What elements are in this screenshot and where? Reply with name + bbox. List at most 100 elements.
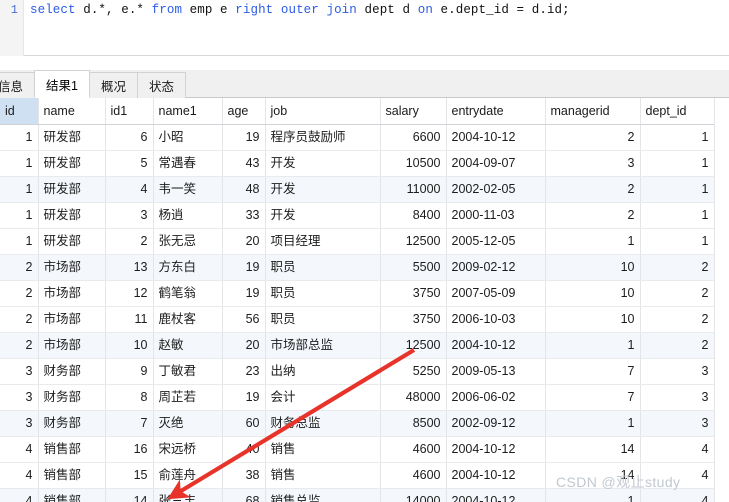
tab-info[interactable]: 信息 bbox=[0, 72, 36, 98]
vertical-scrollbar[interactable] bbox=[716, 100, 727, 146]
cell-name[interactable]: 市场部 bbox=[38, 332, 106, 359]
cell-age[interactable]: 23 bbox=[222, 358, 266, 385]
cell-entrydate[interactable]: 2009-05-13 bbox=[446, 358, 546, 385]
cell-age[interactable]: 60 bbox=[222, 410, 266, 437]
cell-managerid[interactable]: 7 bbox=[545, 384, 641, 411]
table-row[interactable]: 2 市场部 12 鹤笔翁 19 职员 3750 2007-05-09 10 2 bbox=[0, 280, 715, 307]
cell-name1[interactable]: 小昭 bbox=[153, 124, 223, 151]
cell-name1[interactable]: 鹤笔翁 bbox=[153, 280, 223, 307]
cell-dept_id[interactable]: 1 bbox=[640, 150, 715, 177]
cell-name[interactable]: 市场部 bbox=[38, 306, 106, 333]
cell-id1[interactable]: 14 bbox=[105, 488, 154, 502]
cell-dept_id[interactable]: 3 bbox=[640, 358, 715, 385]
cell-job[interactable]: 项目经理 bbox=[265, 228, 381, 255]
cell-dept_id[interactable]: 2 bbox=[640, 306, 715, 333]
column-header-salary[interactable]: salary bbox=[380, 98, 447, 125]
cell-id[interactable]: 2 bbox=[0, 280, 39, 307]
cell-job[interactable]: 销售 bbox=[265, 462, 381, 489]
cell-id[interactable]: 4 bbox=[0, 462, 39, 489]
cell-id[interactable]: 3 bbox=[0, 384, 39, 411]
cell-age[interactable]: 56 bbox=[222, 306, 266, 333]
cell-dept_id[interactable]: 4 bbox=[640, 488, 715, 502]
cell-managerid[interactable]: 10 bbox=[545, 306, 641, 333]
cell-name[interactable]: 研发部 bbox=[38, 124, 106, 151]
cell-managerid[interactable]: 14 bbox=[545, 436, 641, 463]
cell-job[interactable]: 市场部总监 bbox=[265, 332, 381, 359]
cell-id1[interactable]: 9 bbox=[105, 358, 154, 385]
cell-id1[interactable]: 16 bbox=[105, 436, 154, 463]
cell-managerid[interactable]: 7 bbox=[545, 358, 641, 385]
cell-entrydate[interactable]: 2004-10-12 bbox=[446, 436, 546, 463]
cell-dept_id[interactable]: 3 bbox=[640, 410, 715, 437]
cell-age[interactable]: 48 bbox=[222, 176, 266, 203]
table-row[interactable]: 2 市场部 13 方东白 19 职员 5500 2009-02-12 10 2 bbox=[0, 254, 715, 281]
cell-id1[interactable]: 3 bbox=[105, 202, 154, 229]
cell-job[interactable]: 开发 bbox=[265, 176, 381, 203]
tab-result1[interactable]: 结果1 bbox=[34, 70, 90, 98]
sql-editor-pane[interactable]: 1 select d.*, e.* from emp e right outer… bbox=[0, 0, 729, 56]
cell-dept_id[interactable]: 4 bbox=[640, 462, 715, 489]
table-row[interactable]: 4 销售部 14 张三丰 68 销售总监 14000 2004-10-12 1 4 bbox=[0, 488, 715, 502]
cell-id[interactable]: 2 bbox=[0, 254, 39, 281]
cell-name[interactable]: 研发部 bbox=[38, 176, 106, 203]
cell-dept_id[interactable]: 3 bbox=[640, 384, 715, 411]
cell-id1[interactable]: 4 bbox=[105, 176, 154, 203]
cell-id[interactable]: 3 bbox=[0, 410, 39, 437]
cell-entrydate[interactable]: 2007-05-09 bbox=[446, 280, 546, 307]
cell-id[interactable]: 1 bbox=[0, 176, 39, 203]
cell-entrydate[interactable]: 2000-11-03 bbox=[446, 202, 546, 229]
cell-id1[interactable]: 15 bbox=[105, 462, 154, 489]
cell-name1[interactable]: 丁敏君 bbox=[153, 358, 223, 385]
cell-name[interactable]: 销售部 bbox=[38, 462, 106, 489]
cell-name1[interactable]: 鹿杖客 bbox=[153, 306, 223, 333]
cell-salary[interactable]: 8500 bbox=[380, 410, 447, 437]
table-row[interactable]: 1 研发部 4 韦一笑 48 开发 11000 2002-02-05 2 1 bbox=[0, 176, 715, 203]
cell-age[interactable]: 19 bbox=[222, 280, 266, 307]
cell-id[interactable]: 1 bbox=[0, 150, 39, 177]
cell-job[interactable]: 财务总监 bbox=[265, 410, 381, 437]
table-row[interactable]: 2 市场部 10 赵敏 20 市场部总监 12500 2004-10-12 1 2 bbox=[0, 332, 715, 359]
cell-salary[interactable]: 3750 bbox=[380, 280, 447, 307]
cell-job[interactable]: 职员 bbox=[265, 280, 381, 307]
cell-name[interactable]: 财务部 bbox=[38, 384, 106, 411]
column-header-managerid[interactable]: managerid bbox=[545, 98, 641, 125]
table-row[interactable]: 1 研发部 3 杨逍 33 开发 8400 2000-11-03 2 1 bbox=[0, 202, 715, 229]
cell-id[interactable]: 3 bbox=[0, 358, 39, 385]
cell-salary[interactable]: 4600 bbox=[380, 436, 447, 463]
cell-entrydate[interactable]: 2004-09-07 bbox=[446, 150, 546, 177]
column-header-name1[interactable]: name1 bbox=[153, 98, 223, 125]
cell-id1[interactable]: 12 bbox=[105, 280, 154, 307]
cell-managerid[interactable]: 2 bbox=[545, 124, 641, 151]
cell-salary[interactable]: 48000 bbox=[380, 384, 447, 411]
cell-name1[interactable]: 周芷若 bbox=[153, 384, 223, 411]
sql-statement[interactable]: select d.*, e.* from emp e right outer j… bbox=[30, 3, 570, 17]
cell-id[interactable]: 4 bbox=[0, 436, 39, 463]
cell-name[interactable]: 财务部 bbox=[38, 410, 106, 437]
cell-id1[interactable]: 6 bbox=[105, 124, 154, 151]
cell-name[interactable]: 销售部 bbox=[38, 488, 106, 502]
cell-name1[interactable]: 张三丰 bbox=[153, 488, 223, 502]
tab-status[interactable]: 状态 bbox=[136, 72, 186, 98]
cell-entrydate[interactable]: 2004-10-12 bbox=[446, 124, 546, 151]
cell-dept_id[interactable]: 2 bbox=[640, 254, 715, 281]
cell-job[interactable]: 会计 bbox=[265, 384, 381, 411]
cell-id1[interactable]: 5 bbox=[105, 150, 154, 177]
column-header-age[interactable]: age bbox=[222, 98, 266, 125]
table-row[interactable]: 4 销售部 16 宋远桥 40 销售 4600 2004-10-12 14 4 bbox=[0, 436, 715, 463]
cell-age[interactable]: 19 bbox=[222, 124, 266, 151]
cell-id[interactable]: 2 bbox=[0, 332, 39, 359]
result-grid[interactable]: id name id1 name1 age job salary entrydate manag… bbox=[0, 98, 729, 502]
cell-id1[interactable]: 7 bbox=[105, 410, 154, 437]
cell-job[interactable]: 开发 bbox=[265, 202, 381, 229]
table-row[interactable]: 3 财务部 9 丁敏君 23 出纳 5250 2009-05-13 7 3 bbox=[0, 358, 715, 385]
table-row[interactable]: 1 研发部 6 小昭 19 程序员鼓励师 6600 2004-10-12 2 1 bbox=[0, 124, 715, 151]
cell-managerid[interactable]: 3 bbox=[545, 150, 641, 177]
table-row[interactable]: 1 研发部 2 张无忌 20 项目经理 12500 2005-12-05 1 1 bbox=[0, 228, 715, 255]
column-header-id1[interactable]: id1 bbox=[105, 98, 154, 125]
cell-salary[interactable]: 5500 bbox=[380, 254, 447, 281]
cell-salary[interactable]: 12500 bbox=[380, 228, 447, 255]
cell-managerid[interactable]: 1 bbox=[545, 488, 641, 502]
cell-salary[interactable]: 5250 bbox=[380, 358, 447, 385]
cell-id1[interactable]: 2 bbox=[105, 228, 154, 255]
cell-managerid[interactable]: 10 bbox=[545, 254, 641, 281]
